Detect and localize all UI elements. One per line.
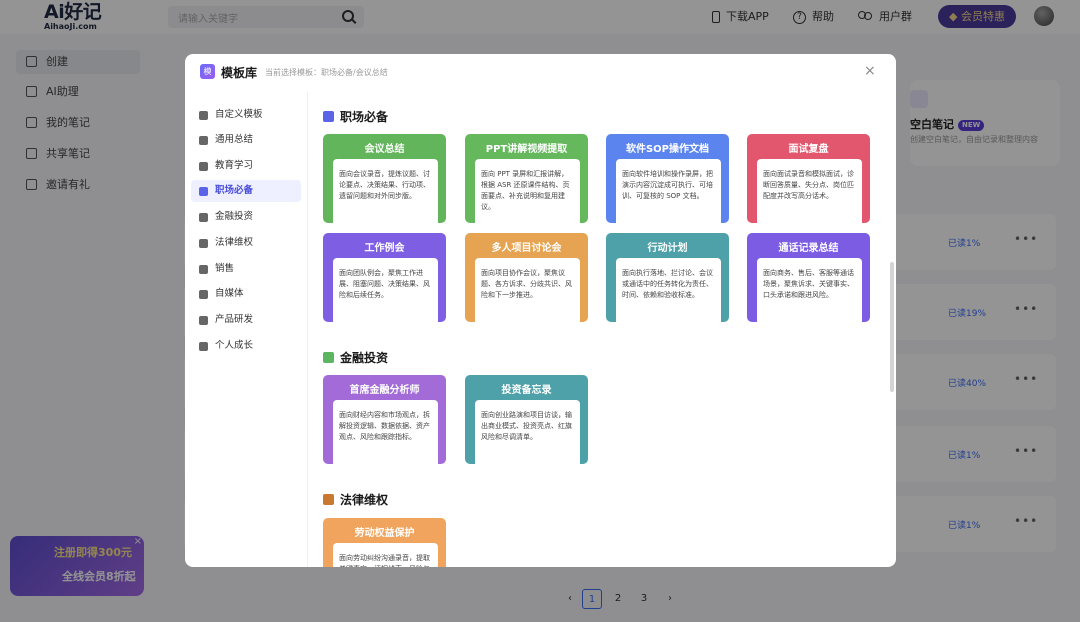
card-title: 劳动权益保护 [354, 528, 415, 539]
template-card-ppt-video[interactable]: PPT讲解视频提取 面向 PPT 录屏和汇报讲解，根据 ASR 还原课件结构、页… [465, 134, 588, 223]
section-title-finance: 金融投资 [323, 349, 388, 366]
template-card-call-summary[interactable]: 通话记录总结 面向商务、售后、客服等通话场景，聚焦诉求、关键事实、口头承诺和跟进… [747, 233, 870, 322]
nav-custom-template[interactable]: 自定义模板 [191, 104, 301, 126]
laptop-icon [323, 352, 334, 363]
card-desc: 面向项目协作会议，聚焦议题、各方诉求、分歧共识、风险和下一步推进。 [475, 258, 580, 322]
nav-education[interactable]: 教育学习 [191, 155, 301, 177]
nav-legal[interactable]: 法律维权 [191, 232, 301, 254]
modal-title: 模板库 [221, 66, 258, 80]
template-card-work-meeting[interactable]: 工作例会 面向团队例会，聚焦工作进展、阻塞问题、决策结果、风险和后续任务。 [323, 233, 446, 322]
card-title: 软件SOP操作文档 [625, 144, 710, 155]
nav-label: 法律维权 [215, 237, 254, 248]
template-logo-icon: 模 [200, 64, 215, 79]
template-category-nav: 自定义模板 通用总结 教育学习 职场必备 金融投资 法律维权 销售 自媒体 产品… [185, 92, 308, 567]
card-desc: 面向执行落地、拦讨论、会议或通话中的任务转化为责任、时间、依赖和验收标准。 [616, 258, 721, 322]
graduation-cap-icon [199, 162, 208, 171]
card-title: 面试复盘 [788, 144, 829, 155]
laptop-icon [199, 213, 208, 222]
template-card-interview-review[interactable]: 面试复盘 面向面试录音和模拟面试，诊断回答质量、失分点、岗位匹配度并改写高分话术… [747, 134, 870, 223]
template-card-action-plan[interactable]: 行动计划 面向执行落地、拦讨论、会议或通话中的任务转化为责任、时间、依赖和验收标… [606, 233, 729, 322]
nav-finance[interactable]: 金融投资 [191, 206, 301, 228]
card-desc: 面向软件培训和操作录屏，把演示内容沉淀成可执行、可培训、可复核的 SOP 文档。 [616, 159, 721, 223]
modal-header: 模 模板库 当前选择模板：职场必备/会议总结 × [185, 54, 896, 92]
section-title-legal: 法律维权 [323, 491, 388, 508]
nav-label: 自定义模板 [215, 109, 263, 120]
template-card-project-discussion[interactable]: 多人项目讨论会 面向项目协作会议，聚焦议题、各方诉求、分歧共识、风险和下一步推进… [465, 233, 588, 322]
card-title: PPT讲解视频提取 [485, 144, 568, 155]
template-content: 职场必备 会议总结 面向会议录音，提炼议题、讨论要点、决策结果、行动项、遗留问题… [309, 92, 896, 567]
user-icon [199, 187, 208, 196]
template-card-meeting-summary[interactable]: 会议总结 面向会议录音，提炼议题、讨论要点、决策结果、行动项、遗留问题和对外同步… [323, 134, 446, 223]
section-title-workplace: 职场必备 [323, 108, 388, 125]
nav-label: 产品研发 [215, 314, 254, 325]
card-title: 多人项目讨论会 [491, 243, 562, 254]
card-title: 会议总结 [364, 144, 405, 155]
nav-label: 销售 [215, 263, 235, 274]
template-card-investment-memo[interactable]: 投资备忘录 面向创业路演和项目访谈，输出商业模式、投资亮点、红旗风险和尽调清单。 [465, 375, 588, 464]
card-title: 工作例会 [364, 243, 405, 254]
template-library-modal: 模 模板库 当前选择模板：职场必备/会议总结 × 自定义模板 通用总结 教育学习… [185, 54, 896, 567]
card-desc: 面向面试录音和模拟面试，诊断回答质量、失分点、岗位匹配度并改写高分话术。 [757, 159, 862, 223]
cubes-icon [199, 342, 208, 351]
nav-label: 个人成长 [215, 340, 254, 351]
nav-workplace[interactable]: 职场必备 [191, 180, 301, 202]
card-title: 通话记录总结 [778, 243, 839, 254]
chart-line-icon [199, 265, 208, 274]
template-card-software-sop[interactable]: 软件SOP操作文档 面向软件培训和操作录屏，把演示内容沉淀成可执行、可培训、可复… [606, 134, 729, 223]
nav-label: 教育学习 [215, 160, 254, 171]
nav-label: 自媒体 [215, 288, 244, 299]
card-desc: 面向财经内容和市场观点，拆解投资逻辑、数据依据、资产观点、风险和跟踪指标。 [333, 400, 438, 464]
scrollbar-thumb[interactable] [890, 262, 894, 392]
nav-personal-growth[interactable]: 个人成长 [191, 335, 301, 357]
puzzle-icon [199, 111, 208, 120]
card-desc: 面向团队例会，聚焦工作进展、阻塞问题、决策结果、风险和后续任务。 [333, 258, 438, 322]
user-icon [323, 111, 334, 122]
cubes-icon [323, 494, 334, 505]
microphone-icon [199, 290, 208, 299]
nav-product-rd[interactable]: 产品研发 [191, 309, 301, 331]
nav-sales[interactable]: 销售 [191, 258, 301, 280]
cubes-icon [199, 136, 208, 145]
box-icon [199, 316, 208, 325]
card-desc: 面向创业路演和项目访谈，输出商业模式、投资亮点、红旗风险和尽调清单。 [475, 400, 580, 464]
nav-general-summary[interactable]: 通用总结 [191, 129, 301, 151]
nav-self-media[interactable]: 自媒体 [191, 283, 301, 305]
cubes-icon [199, 239, 208, 248]
current-template-breadcrumb: 当前选择模板：职场必备/会议总结 [265, 68, 388, 77]
close-icon[interactable]: × [864, 63, 876, 79]
card-desc: 面向商务、售后、客服等通话场景，聚焦诉求、关键事实、口头承诺和跟进风险。 [757, 258, 862, 322]
nav-label: 通用总结 [215, 134, 254, 145]
template-card-chief-analyst[interactable]: 首席金融分析师 面向财经内容和市场观点，拆解投资逻辑、数据依据、资产观点、风险和… [323, 375, 446, 464]
nav-label: 金融投资 [215, 211, 254, 222]
card-desc: 面向 PPT 录屏和汇报讲解，根据 ASR 还原课件结构、页面要点、补充说明和复… [475, 159, 580, 223]
card-title: 投资备忘录 [501, 385, 552, 396]
card-desc: 面向劳动纠纷沟通录音，提取关键事实、证据线索、风险与维权建议。 [333, 543, 438, 567]
template-card-labor-rights[interactable]: 劳动权益保护 面向劳动纠纷沟通录音，提取关键事实、证据线索、风险与维权建议。 [323, 518, 446, 567]
card-title: 首席金融分析师 [349, 385, 420, 396]
card-title: 行动计划 [647, 243, 688, 254]
card-desc: 面向会议录音，提炼议题、讨论要点、决策结果、行动项、遗留问题和对外同步版。 [333, 159, 438, 223]
nav-label: 职场必备 [215, 185, 254, 196]
